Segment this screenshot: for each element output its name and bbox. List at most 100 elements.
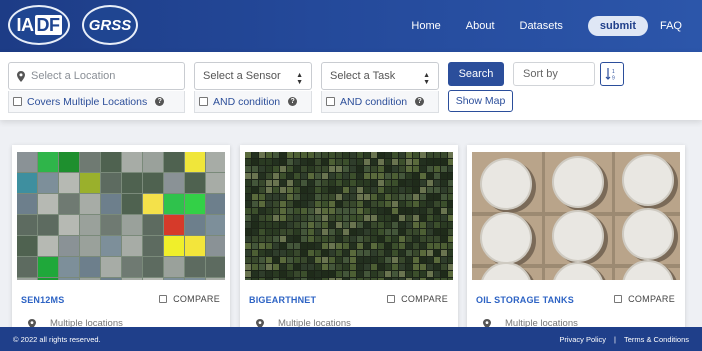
sort-by-select[interactable]: Sort by xyxy=(513,62,595,86)
dataset-card[interactable]: OIL STORAGE TANKS COMPARE Multiple locat… xyxy=(467,145,685,330)
task-and-checkbox[interactable] xyxy=(326,97,335,106)
patch-tile xyxy=(308,187,314,193)
mosaic-tile xyxy=(122,257,142,277)
patch-tile xyxy=(266,194,272,200)
sort-order-button[interactable]: 1 9 xyxy=(600,62,624,86)
mosaic-tile xyxy=(185,278,205,280)
patch-tile xyxy=(315,250,321,256)
patch-tile xyxy=(364,271,370,277)
sen12ms-thumbnail[interactable] xyxy=(17,152,225,280)
patch-tile xyxy=(259,187,265,193)
patch-tile xyxy=(259,250,265,256)
patch-tile xyxy=(322,215,328,221)
compare-toggle[interactable]: COMPARE xyxy=(614,294,675,304)
patch-tile xyxy=(336,201,342,207)
nav-home[interactable]: Home xyxy=(411,20,440,32)
patch-tile xyxy=(378,180,384,186)
patch-tile xyxy=(336,222,342,228)
patch-tile xyxy=(434,166,440,172)
show-map-button[interactable]: Show Map xyxy=(448,90,513,112)
patch-tile xyxy=(441,152,447,158)
task-select[interactable]: Select a Task ▲ ▼ xyxy=(321,62,439,90)
patch-tile xyxy=(301,180,307,186)
dataset-title[interactable]: OIL STORAGE TANKS xyxy=(476,295,574,305)
mosaic-tile xyxy=(122,194,142,214)
patch-tile xyxy=(434,152,440,158)
mosaic-tile xyxy=(101,236,121,256)
patch-tile xyxy=(273,264,279,270)
patch-tile xyxy=(308,222,314,228)
patch-tile xyxy=(448,271,453,277)
patch-tile xyxy=(287,208,293,214)
mosaic-tile xyxy=(143,215,163,235)
patch-tile xyxy=(420,187,426,193)
patch-tile xyxy=(406,201,412,207)
patch-tile xyxy=(399,159,405,165)
dataset-card[interactable]: BIGEARTHNET COMPARE Multiple locations xyxy=(240,145,458,330)
patch-tile xyxy=(350,264,356,270)
dataset-card[interactable]: SEN12MS COMPARE Multiple locations xyxy=(12,145,230,330)
patch-tile xyxy=(343,264,349,270)
nav-datasets[interactable]: Datasets xyxy=(520,20,563,32)
patch-tile xyxy=(259,159,265,165)
compare-checkbox[interactable] xyxy=(159,295,168,303)
patch-tile xyxy=(315,201,321,207)
dataset-title[interactable]: BIGEARTHNET xyxy=(249,295,316,305)
patch-tile xyxy=(357,208,363,214)
covers-multiple-checkbox[interactable] xyxy=(13,97,22,106)
bigearthnet-thumbnail[interactable] xyxy=(245,152,453,280)
mosaic-tile xyxy=(206,278,225,280)
patch-tile xyxy=(413,278,419,280)
compare-toggle[interactable]: COMPARE xyxy=(387,294,448,304)
storage-tank xyxy=(622,154,674,206)
privacy-policy-link[interactable]: Privacy Policy xyxy=(559,335,606,344)
help-icon[interactable]: ? xyxy=(288,97,298,106)
sensor-and-checkbox[interactable] xyxy=(199,97,208,106)
terms-link[interactable]: Terms & Conditions xyxy=(624,335,689,344)
patch-tile xyxy=(266,215,272,221)
help-icon[interactable]: ? xyxy=(415,97,425,106)
patch-tile xyxy=(287,243,293,249)
nav-faq[interactable]: FAQ xyxy=(660,20,682,32)
compare-checkbox[interactable] xyxy=(387,295,396,303)
sort-caret-icon: ▲ ▼ xyxy=(296,72,303,86)
patch-tile xyxy=(441,229,447,235)
nav-about[interactable]: About xyxy=(466,20,495,32)
patch-tile xyxy=(259,215,265,221)
compare-toggle[interactable]: COMPARE xyxy=(159,294,220,304)
patch-tile xyxy=(385,187,391,193)
patch-tile xyxy=(364,250,370,256)
svg-text:9: 9 xyxy=(612,76,615,82)
search-button[interactable]: Search xyxy=(448,62,504,86)
patch-tile xyxy=(273,278,279,280)
nav-submit-button[interactable]: submit xyxy=(587,16,648,36)
patch-tile xyxy=(287,222,293,228)
grss-logo[interactable]: GRSS xyxy=(82,5,138,45)
patch-tile xyxy=(252,194,258,200)
patch-tile xyxy=(392,229,398,235)
compare-checkbox[interactable] xyxy=(614,295,623,303)
help-icon[interactable]: ? xyxy=(155,97,165,106)
sensor-select[interactable]: Select a Sensor ▲ ▼ xyxy=(194,62,312,90)
patch-tile xyxy=(434,208,440,214)
task-and-label[interactable]: AND condition xyxy=(340,96,407,108)
covers-multiple-label[interactable]: Covers Multiple Locations xyxy=(27,96,147,108)
patch-tile xyxy=(420,194,426,200)
patch-tile xyxy=(343,229,349,235)
location-select[interactable]: Select a Location xyxy=(8,62,185,90)
patch-tile xyxy=(266,243,272,249)
patch-tile xyxy=(259,243,265,249)
patch-tile xyxy=(259,194,265,200)
patch-tile xyxy=(392,271,398,277)
patch-tile xyxy=(392,250,398,256)
dataset-title[interactable]: SEN12MS xyxy=(21,295,64,305)
patch-tile xyxy=(252,159,258,165)
patch-tile xyxy=(280,187,286,193)
iadf-logo[interactable]: IA DF xyxy=(8,5,70,45)
patch-tile xyxy=(399,166,405,172)
patch-tile xyxy=(420,278,426,280)
patch-tile xyxy=(252,271,258,277)
patch-tile xyxy=(350,201,356,207)
oil-storage-tanks-thumbnail[interactable] xyxy=(472,152,680,280)
sensor-and-label[interactable]: AND condition xyxy=(213,96,280,108)
